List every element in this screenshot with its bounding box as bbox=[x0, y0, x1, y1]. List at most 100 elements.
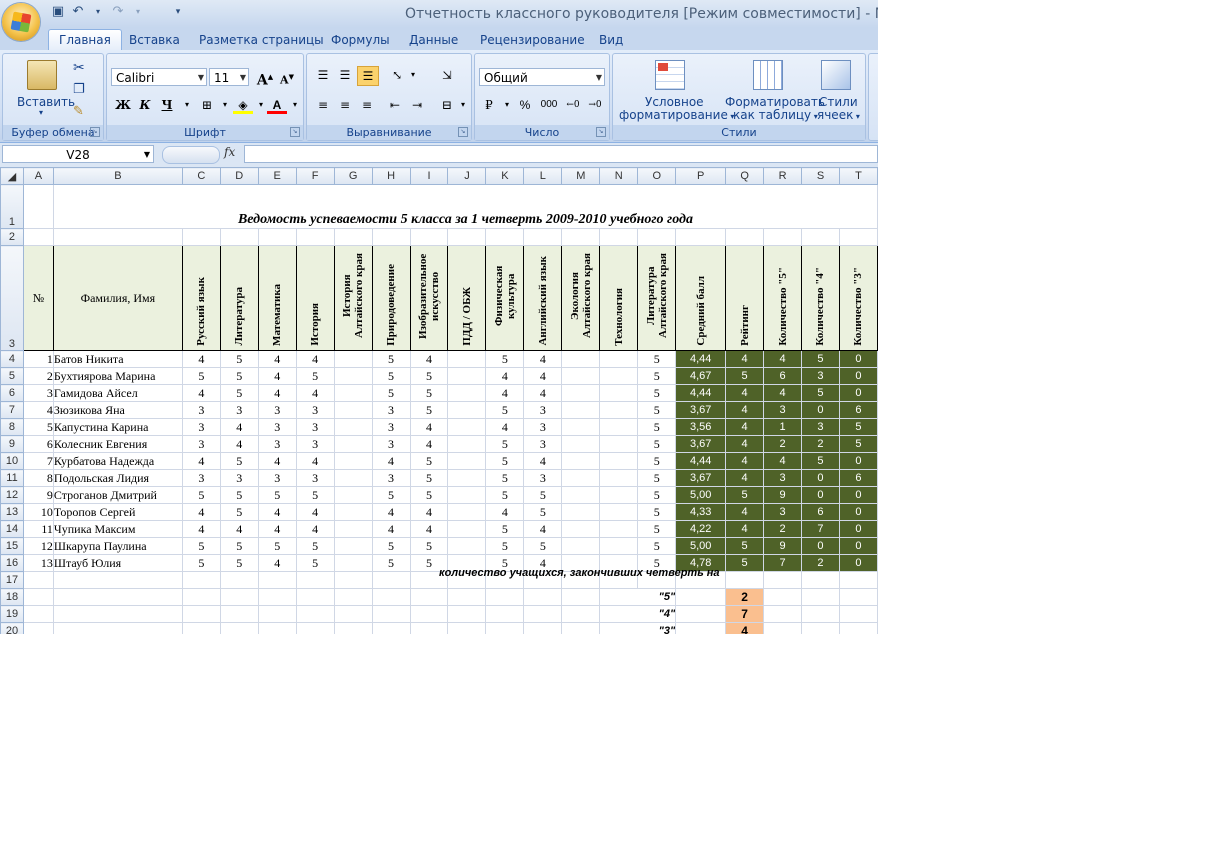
conditional-format-line1[interactable]: Условное bbox=[645, 95, 704, 109]
count-5[interactable]: 3 bbox=[763, 469, 803, 487]
grade-cell[interactable]: 5 bbox=[637, 418, 677, 436]
column-header[interactable]: N bbox=[599, 167, 639, 185]
insert-function-button[interactable]: fx bbox=[224, 145, 235, 159]
grade-cell[interactable]: 5 bbox=[409, 452, 449, 470]
grade-cell[interactable]: 5 bbox=[371, 367, 411, 385]
grade-cell[interactable]: 5 bbox=[219, 486, 259, 504]
font-color-dropdown-icon[interactable]: ▾ bbox=[285, 96, 305, 114]
grade-cell[interactable] bbox=[333, 452, 373, 470]
student-number[interactable]: 10 bbox=[22, 503, 54, 521]
count-4[interactable]: 0 bbox=[801, 469, 840, 487]
grade-cell[interactable]: 4 bbox=[295, 350, 335, 368]
grade-cell[interactable]: 4 bbox=[181, 452, 221, 470]
grade-cell[interactable] bbox=[447, 537, 487, 555]
grade-cell[interactable]: 4 bbox=[219, 520, 259, 538]
column-header[interactable]: O bbox=[637, 167, 677, 185]
column-header[interactable]: R bbox=[763, 167, 803, 185]
grade-cell[interactable]: 4 bbox=[409, 350, 449, 368]
grade-count[interactable]: 4 bbox=[725, 622, 765, 634]
student-name[interactable]: Подольская Лидия bbox=[52, 469, 183, 487]
column-header[interactable]: S bbox=[801, 167, 840, 185]
grade-cell[interactable] bbox=[561, 367, 601, 385]
grade-cell[interactable]: 3 bbox=[181, 401, 221, 419]
count-4[interactable]: 5 bbox=[801, 350, 840, 368]
grade-cell[interactable]: 4 bbox=[219, 435, 259, 453]
average-score[interactable]: 3,56 bbox=[675, 418, 727, 436]
grade-cell[interactable]: 5 bbox=[409, 384, 449, 402]
student-name[interactable]: Торопов Сергей bbox=[52, 503, 183, 521]
grade-cell[interactable]: 4 bbox=[257, 554, 297, 572]
grade-cell[interactable]: 5 bbox=[637, 401, 677, 419]
tab-page-layout[interactable]: Разметка страницы bbox=[189, 30, 334, 50]
increase-indent-icon[interactable]: ⇥ bbox=[407, 96, 427, 114]
average-score[interactable]: 3,67 bbox=[675, 401, 727, 419]
rating[interactable]: 4 bbox=[725, 384, 765, 402]
grade-cell[interactable] bbox=[333, 554, 373, 572]
average-score[interactable]: 4,44 bbox=[675, 350, 727, 368]
grade-cell[interactable]: 5 bbox=[637, 520, 677, 538]
grade-cell[interactable] bbox=[599, 537, 639, 555]
grade-cell[interactable]: 5 bbox=[409, 486, 449, 504]
rating[interactable]: 4 bbox=[725, 520, 765, 538]
decrease-decimal-icon[interactable]: →0 bbox=[585, 96, 605, 114]
grade-cell[interactable]: 5 bbox=[485, 537, 525, 555]
select-all-corner[interactable]: ◢ bbox=[0, 167, 24, 185]
grade-cell[interactable]: 5 bbox=[295, 537, 335, 555]
rating[interactable]: 4 bbox=[725, 435, 765, 453]
merge-dropdown-icon[interactable]: ▾ bbox=[453, 96, 473, 114]
redo-icon[interactable]: ↷ bbox=[110, 4, 126, 20]
count-4[interactable]: 0 bbox=[801, 401, 840, 419]
count-4[interactable]: 2 bbox=[801, 554, 840, 572]
column-header[interactable]: C bbox=[181, 167, 221, 185]
student-number[interactable]: 6 bbox=[22, 435, 54, 453]
row-header[interactable]: 6 bbox=[0, 384, 24, 402]
row-header[interactable]: 16 bbox=[0, 554, 24, 572]
column-header[interactable]: Q bbox=[725, 167, 765, 185]
grade-cell[interactable]: 3 bbox=[371, 469, 411, 487]
count-3[interactable]: 5 bbox=[838, 435, 878, 453]
count-5[interactable]: 1 bbox=[763, 418, 803, 436]
column-header[interactable]: H bbox=[371, 167, 411, 185]
number-launcher-icon[interactable]: ↘ bbox=[596, 127, 606, 137]
align-bottom-icon[interactable]: ☰ bbox=[357, 66, 379, 86]
grade-cell[interactable] bbox=[599, 452, 639, 470]
grade-cell[interactable]: 4 bbox=[523, 350, 563, 368]
grow-font-button[interactable]: A▲ bbox=[255, 68, 275, 89]
tab-review[interactable]: Рецензирование bbox=[470, 30, 595, 50]
subject-header[interactable]: Физическая культура bbox=[485, 245, 525, 351]
grade-cell[interactable] bbox=[333, 520, 373, 538]
grade-count[interactable]: 7 bbox=[725, 605, 765, 623]
grade-cell[interactable]: 5 bbox=[485, 350, 525, 368]
underline-dropdown-icon[interactable]: ▾ bbox=[177, 96, 197, 114]
align-right-icon[interactable]: ≡ bbox=[357, 96, 377, 114]
row-header[interactable]: 1 bbox=[0, 184, 24, 229]
student-name[interactable]: Бухтиярова Марина bbox=[52, 367, 183, 385]
grade-cell[interactable]: 5 bbox=[637, 384, 677, 402]
alignment-launcher-icon[interactable]: ↘ bbox=[458, 127, 468, 137]
grade-cell[interactable]: 4 bbox=[409, 520, 449, 538]
grade-cell[interactable] bbox=[333, 401, 373, 419]
rating[interactable]: 4 bbox=[725, 350, 765, 368]
column-header[interactable]: B bbox=[52, 167, 183, 185]
grade-cell[interactable]: 5 bbox=[219, 503, 259, 521]
rating[interactable]: 5 bbox=[725, 537, 765, 555]
grade-cell[interactable] bbox=[561, 537, 601, 555]
column-header[interactable]: E bbox=[257, 167, 297, 185]
student-number[interactable]: 12 bbox=[22, 537, 54, 555]
percent-button[interactable]: % bbox=[515, 96, 535, 114]
student-name[interactable]: Зюзикова Яна bbox=[52, 401, 183, 419]
currency-icon[interactable]: ₽ bbox=[479, 96, 499, 114]
student-number[interactable]: 11 bbox=[22, 520, 54, 538]
grade-cell[interactable]: 4 bbox=[371, 452, 411, 470]
grade-cell[interactable]: 4 bbox=[523, 452, 563, 470]
count-3[interactable]: 0 bbox=[838, 350, 878, 368]
grade-cell[interactable] bbox=[599, 503, 639, 521]
grade-cell[interactable]: 5 bbox=[485, 435, 525, 453]
format-as-table-button[interactable]: как таблицу ▾ bbox=[733, 108, 818, 122]
count-5[interactable]: 7 bbox=[763, 554, 803, 572]
student-name[interactable]: Курбатова Надежда bbox=[52, 452, 183, 470]
grade-count[interactable]: 2 bbox=[725, 588, 765, 606]
grade-cell[interactable]: 5 bbox=[295, 486, 335, 504]
grade-cell[interactable]: 4 bbox=[409, 418, 449, 436]
student-name[interactable]: Гамидова Айсел bbox=[52, 384, 183, 402]
